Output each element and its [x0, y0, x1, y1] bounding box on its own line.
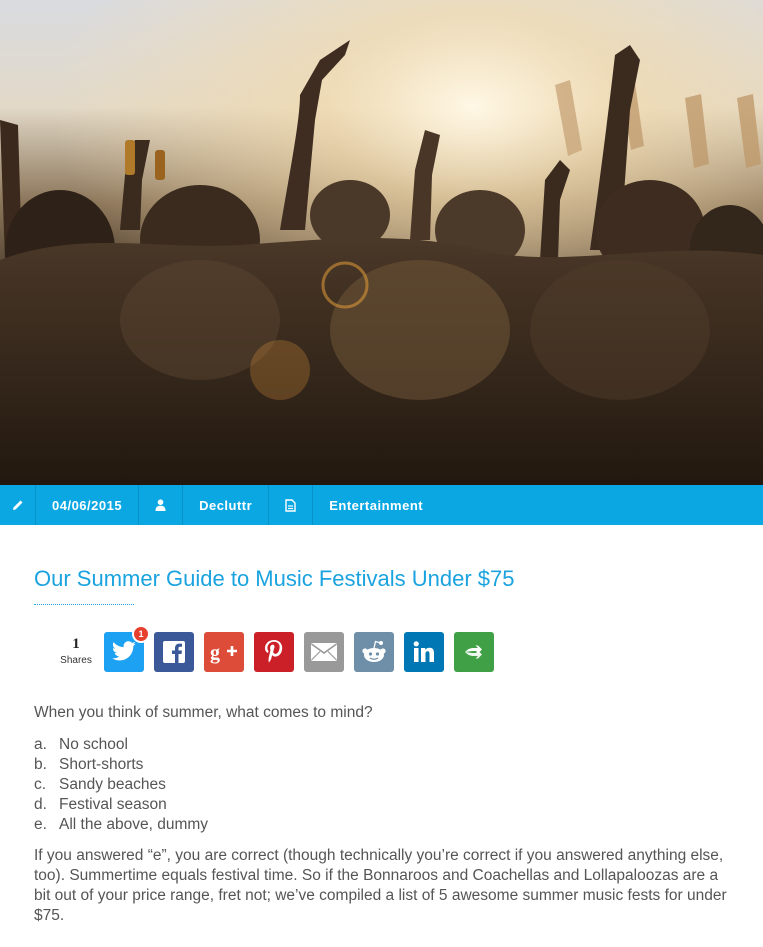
festival-crowd-photo	[0, 0, 763, 485]
post-author-link[interactable]: Decluttr	[183, 485, 270, 525]
share-count: 1 Shares	[58, 636, 94, 666]
list-item: d. Festival season	[34, 795, 208, 815]
author-meta	[139, 485, 184, 525]
more-share-button[interactable]	[454, 632, 494, 672]
list-item-text: Short-shorts	[59, 756, 144, 773]
twitter-icon	[111, 641, 136, 661]
google-plus-icon: g	[210, 642, 237, 664]
post-date: 04/06/2015	[36, 485, 140, 525]
article-paragraph: If you answered “e”, you are correct (th…	[34, 847, 727, 924]
facebook-icon	[163, 641, 185, 663]
article-intro: When you think of summer, what comes to …	[34, 704, 373, 721]
email-share-button[interactable]	[304, 632, 344, 672]
pinterest-share-button[interactable]	[254, 632, 294, 672]
google-plus-share-button[interactable]: g	[204, 632, 244, 672]
document-icon	[285, 498, 296, 512]
list-marker: b.	[34, 756, 47, 773]
svg-text:g: g	[210, 642, 220, 664]
list-item-text: No school	[59, 736, 128, 753]
title-divider	[34, 604, 134, 605]
list-marker: a.	[34, 736, 47, 753]
page-title: Our Summer Guide to Music Festivals Unde…	[34, 566, 515, 591]
list-marker: e.	[34, 816, 47, 833]
post-category-link[interactable]: Entertainment	[313, 485, 439, 525]
reddit-icon	[362, 640, 386, 662]
hero-image	[0, 0, 763, 485]
edit-meta	[0, 485, 36, 525]
post-meta-bar: 04/06/2015 Decluttr Entertainment	[0, 485, 763, 525]
summer-list: a. No school b. Short-shorts c. Sandy beach…	[34, 735, 208, 835]
pinterest-icon	[265, 640, 283, 663]
list-item-text: Festival season	[59, 796, 167, 813]
linkedin-icon	[413, 641, 434, 662]
list-item-text: Sandy beaches	[59, 776, 166, 793]
linkedin-share-button[interactable]	[404, 632, 444, 672]
user-icon	[155, 499, 166, 511]
reddit-share-button[interactable]	[354, 632, 394, 672]
twitter-share-badge: 1	[132, 625, 150, 643]
email-icon	[311, 643, 337, 661]
twitter-share-button[interactable]: 1	[104, 625, 150, 672]
facebook-share-button[interactable]	[154, 632, 194, 672]
list-item-text: All the above, dummy	[59, 816, 209, 833]
share-count-label: Shares	[60, 655, 92, 666]
category-meta	[269, 485, 314, 525]
list-marker: d.	[34, 796, 47, 813]
list-item: a. No school	[34, 735, 208, 755]
list-item: c. Sandy beaches	[34, 775, 208, 795]
more-icon	[465, 645, 482, 659]
list-item: e. All the above, dummy	[34, 815, 208, 835]
list-item: b. Short-shorts	[34, 755, 208, 775]
pencil-icon	[12, 500, 22, 510]
list-marker: c.	[34, 776, 47, 793]
share-count-number: 1	[72, 636, 80, 652]
